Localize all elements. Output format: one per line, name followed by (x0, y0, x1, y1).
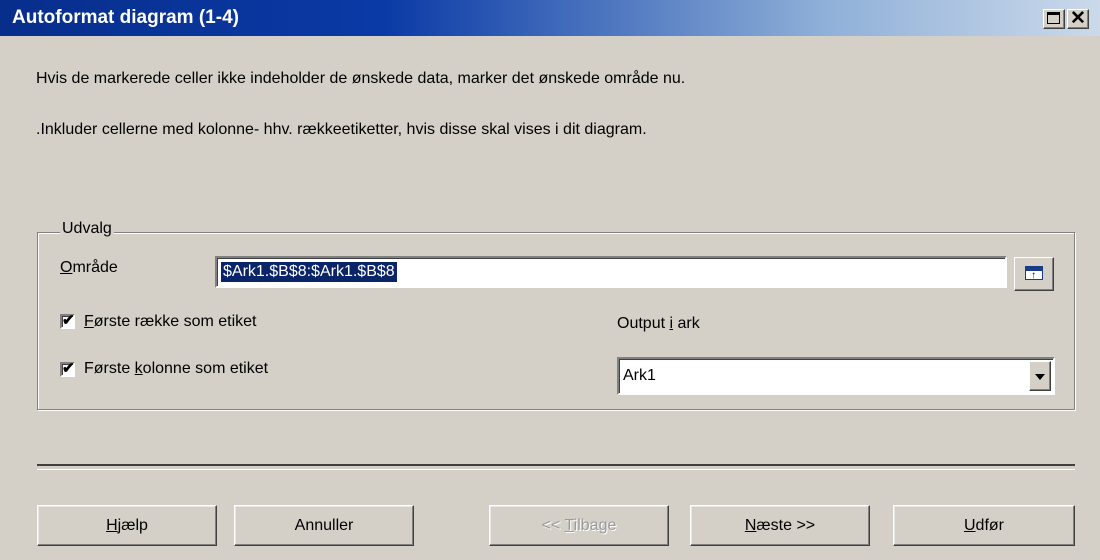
back-mnemonic: T (564, 517, 574, 534)
finish-mnemonic: U (963, 517, 976, 534)
first-row-label: Første række som etiket (84, 313, 256, 331)
chevron-down-icon (1035, 374, 1045, 380)
close-icon: ✕ (1070, 8, 1086, 29)
first-column-label: Første kolonne som etiket (84, 360, 268, 378)
cancel-label: Annuller (294, 517, 354, 534)
first-row-label-text: ørste række som etiket (93, 313, 257, 330)
help-mnemonic: H (106, 517, 118, 534)
shrink-range-button[interactable]: ↑ (1014, 257, 1054, 291)
next-mnemonic: N (744, 517, 757, 534)
help-button[interactable]: Hjælp (37, 505, 217, 546)
checkmark-icon: ✔ (62, 312, 75, 329)
output-sheet-label: Output i ark (617, 315, 700, 333)
back-label: ilbage (573, 517, 617, 534)
window-title: Autoformat diagram (1-4) (12, 7, 239, 28)
selection-group-label: Udvalg (60, 220, 114, 238)
next-label: æste >> (756, 517, 816, 534)
dropdown-button[interactable] (1029, 361, 1051, 391)
finish-button[interactable]: Udfør (893, 505, 1075, 546)
range-input[interactable]: $Ark1.$B$8:$Ark1.$B$8 (215, 256, 1007, 288)
output-sheet-dropdown[interactable]: Ark1 (617, 357, 1055, 395)
instruction-text-2: .Inkluder cellerne med kolonne- hhv. ræk… (36, 121, 647, 138)
cancel-button[interactable]: Annuller (234, 505, 414, 546)
range-label: Område (60, 259, 118, 277)
separator-line (37, 464, 1075, 470)
first-column-checkbox[interactable]: ✔ (60, 360, 75, 377)
title-bar: Autoformat diagram (1-4) ✕ (0, 0, 1100, 36)
range-label-mnemonic: O (60, 259, 73, 276)
first-row-mnemonic: F (84, 313, 94, 330)
checkmark-icon: ✔ (62, 360, 75, 377)
first-column-label-before: Første (84, 360, 135, 377)
output-label-after: ark (673, 315, 700, 332)
help-label: jælp (117, 517, 148, 534)
output-label-before: Output (617, 315, 670, 332)
range-label-text: mråde (72, 259, 118, 276)
back-label-before: << (541, 517, 565, 534)
maximize-icon (1047, 12, 1060, 24)
first-row-checkbox[interactable]: ✔ (60, 312, 75, 329)
back-button[interactable]: << Tilbage (489, 505, 669, 546)
range-input-value: $Ark1.$B$8:$Ark1.$B$8 (221, 262, 397, 282)
arrow-up-icon: ↑ (1031, 270, 1036, 281)
first-column-mnemonic: k (134, 360, 143, 377)
close-button[interactable]: ✕ (1067, 8, 1089, 29)
instruction-text-1: Hvis de markerede celler ikke indeholder… (36, 70, 686, 87)
next-button[interactable]: Næste >> (690, 505, 870, 546)
output-sheet-value: Ark1 (623, 367, 656, 384)
finish-label: dfør (975, 517, 1004, 534)
maximize-button[interactable] (1043, 9, 1065, 29)
first-column-label-after: olonne som etiket (142, 360, 269, 377)
